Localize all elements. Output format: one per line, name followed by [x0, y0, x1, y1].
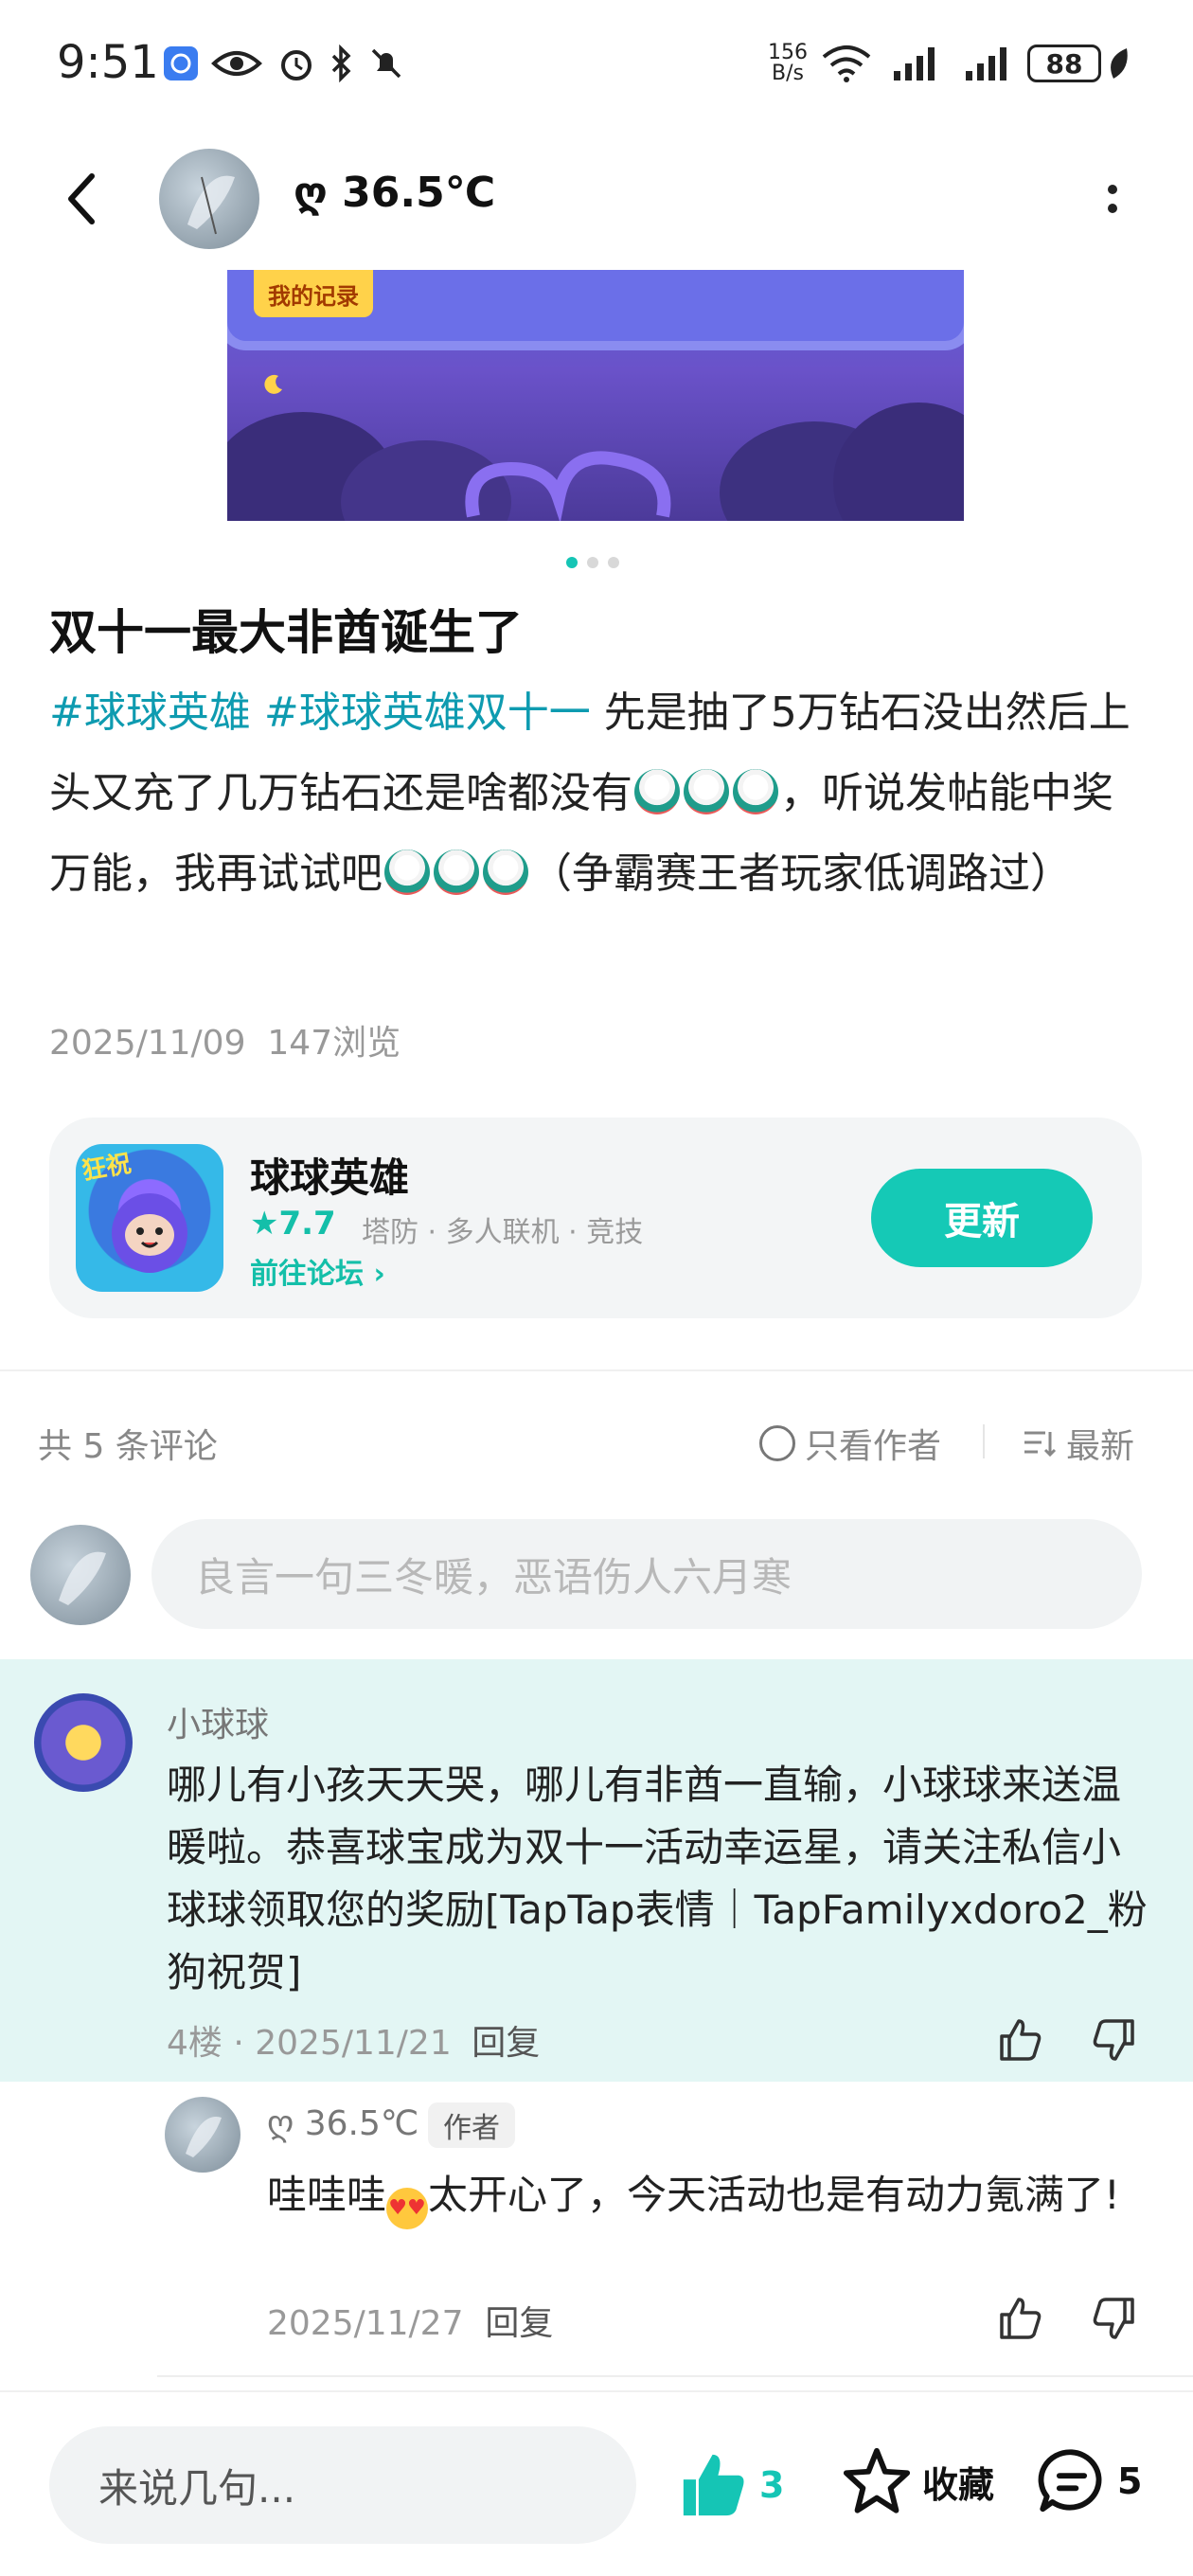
clown-emoji-icon	[434, 850, 479, 895]
favorite-button[interactable]: 收藏	[841, 2445, 994, 2517]
clown-emoji-icon	[384, 850, 430, 895]
comment-floor: 4楼	[167, 2024, 223, 2063]
eye-icon	[210, 44, 263, 83]
clock: 9:51	[57, 36, 159, 89]
game-name[interactable]: 球球英雄	[250, 1146, 409, 1204]
comment-count: 共 5 条评论	[38, 1427, 218, 1466]
comment-item[interactable]: 小球球 哪儿有小孩天天哭，哪儿有非酋一直输，小球球来送温暖啦。恭喜球宝成为双十一…	[0, 1659, 1193, 2082]
comment-input[interactable]: 良言一句三冬暖，恶语伤人六月寒	[151, 1519, 1142, 1629]
app-notification-icon	[161, 44, 201, 83]
bluetooth-icon	[328, 44, 356, 83]
thumb-up-filled-icon	[683, 2454, 744, 2516]
clown-emoji-icon	[733, 769, 778, 814]
post-meta: 2025/11/09 147浏览	[49, 1015, 401, 1064]
back-button[interactable]	[47, 161, 114, 237]
sort-button[interactable]: 最新	[1023, 1419, 1134, 1468]
post-date: 2025/11/09	[49, 1024, 246, 1063]
clown-emoji-icon	[634, 769, 680, 814]
cloud-shape	[833, 402, 964, 521]
carousel-indicator	[566, 557, 619, 568]
only-author-toggle[interactable]: 只看作者	[759, 1419, 941, 1468]
reply-button[interactable]: 回复	[485, 2304, 553, 2343]
chevron-right-icon: ›	[373, 1258, 385, 1291]
like-button[interactable]: 3	[678, 2449, 784, 2521]
more-options-button[interactable]	[1089, 161, 1136, 237]
reply-date: 2025/11/27	[267, 2304, 464, 2343]
wifi-icon	[818, 44, 875, 83]
author-name[interactable]: ღ 36.5℃	[294, 169, 495, 217]
thumb-down-icon	[1093, 2019, 1134, 2061]
game-mascot-icon	[112, 1193, 187, 1273]
game-icon[interactable]: 狂祝	[76, 1144, 223, 1292]
dot	[1108, 204, 1117, 213]
heart-eyes-emoji-icon: ♥♥	[386, 2188, 429, 2229]
game-card[interactable]: 狂祝 球球英雄 ★7.7 塔防 · 多人联机 · 竞技 前往论坛 › 更新	[49, 1118, 1142, 1318]
comment-divider	[157, 2375, 1193, 2377]
author-badge: 作者	[428, 2102, 515, 2148]
my-avatar	[30, 1525, 131, 1625]
hashtag-link[interactable]: #球球英雄	[49, 689, 251, 737]
sort-icon	[1024, 1431, 1057, 1458]
mute-icon	[365, 44, 407, 83]
divider	[983, 1424, 985, 1458]
clown-emoji-icon	[483, 850, 528, 895]
thumb-up-button[interactable]	[992, 2012, 1049, 2068]
thumb-down-button[interactable]	[1085, 2012, 1142, 2068]
chat-bubble-icon	[1038, 2449, 1102, 2513]
reply-text: 哇哇哇 ♥♥太开心了，今天活动也是有动力氪满了!	[267, 2165, 1157, 2229]
thumb-up-icon	[1000, 2298, 1042, 2339]
reply-author-name[interactable]: ღ 36.5℃	[267, 2104, 418, 2143]
chevron-left-icon	[68, 173, 95, 224]
comment-text: 哪儿有小孩天天哭，哪儿有非酋一直输，小球球来送温暖啦。恭喜球宝成为双十一活动幸运…	[167, 1762, 1148, 1995]
net-speed: 156 B/s	[768, 41, 808, 85]
image-tag: 我的记录	[254, 270, 373, 317]
leaf-icon	[1106, 44, 1132, 83]
update-button[interactable]: 更新	[871, 1169, 1093, 1267]
ribbon-shape	[465, 451, 671, 521]
post-title: 双十一最大非酋诞生了	[49, 605, 523, 660]
comments-button[interactable]: 5	[1036, 2445, 1142, 2517]
radio-icon	[759, 1425, 795, 1461]
signal-icon	[962, 44, 1015, 83]
post-body: #球球英雄 #球球英雄双十一 先是抽了5万钻石没出然后上头又充了几万钻石还是啥都…	[49, 672, 1148, 914]
game-tags: 塔防 · 多人联机 · 竞技	[362, 1216, 644, 1249]
section-divider	[0, 1369, 1193, 1371]
reply-avatar[interactable]	[165, 2097, 240, 2173]
carousel-dot	[566, 557, 578, 568]
forum-link[interactable]: 前往论坛 ›	[250, 1250, 385, 1292]
comment-date: 2025/11/21	[255, 2024, 452, 2063]
commenter-avatar[interactable]	[34, 1693, 133, 1792]
top-app-bar: ღ 36.5℃	[0, 133, 1193, 265]
comment-meta: 4楼 · 2025/11/21 回复	[167, 2024, 541, 2063]
bottom-action-bar: 来说几句... 3 收藏 5	[0, 2390, 1193, 2576]
like-count: 3	[759, 2464, 785, 2506]
thumb-down-button[interactable]	[1085, 2290, 1142, 2347]
thumb-down-icon	[1093, 2298, 1134, 2339]
dot	[1108, 185, 1117, 194]
post-text: （争霸赛王者玩家低调路过）	[530, 850, 1072, 898]
battery-icon: 88	[1024, 44, 1104, 83]
author-avatar[interactable]	[159, 149, 259, 249]
thumb-up-icon	[1000, 2019, 1042, 2061]
bottom-comment-input[interactable]: 来说几句...	[49, 2426, 636, 2544]
star-icon	[843, 2447, 911, 2513]
post-image-carousel[interactable]: 我的记录	[227, 270, 964, 521]
star-icon: ★	[250, 1205, 279, 1243]
reply-button[interactable]: 回复	[472, 2024, 540, 2063]
status-bar: 9:51 156 B/s 88	[0, 0, 1193, 133]
game-rating: ★7.7	[250, 1205, 336, 1243]
signal-icon	[890, 44, 943, 83]
carousel-dot	[608, 557, 619, 568]
thumb-up-button[interactable]	[992, 2290, 1049, 2347]
reply-meta: 2025/11/27 回复	[267, 2296, 553, 2345]
carousel-dot	[587, 557, 598, 568]
moon-icon	[264, 374, 282, 394]
hashtag-link[interactable]: #球球英雄双十一	[264, 689, 591, 737]
post-views: 147浏览	[267, 1024, 401, 1063]
clown-emoji-icon	[684, 769, 729, 814]
alarm-icon	[276, 44, 316, 83]
commenter-name[interactable]: 小球球	[167, 1697, 269, 1746]
